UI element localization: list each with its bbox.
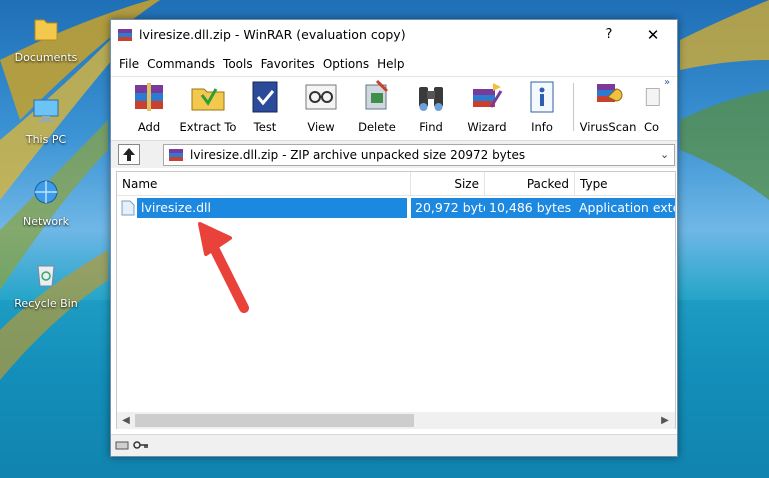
- zip-archive-icon: [169, 149, 183, 161]
- delete-button[interactable]: Delete: [353, 79, 401, 135]
- desktop-icon-documents[interactable]: Documents: [8, 12, 84, 64]
- toolbar-label: Delete: [358, 120, 396, 134]
- scrollbar-thumb[interactable]: [135, 414, 414, 427]
- status-bar: [111, 434, 677, 456]
- toolbar-label: Test: [253, 120, 277, 134]
- column-type[interactable]: Type: [575, 172, 675, 196]
- info-icon: [530, 81, 554, 113]
- column-header: Name Size Packed Type: [117, 172, 675, 196]
- menu-commands[interactable]: Commands: [143, 54, 219, 74]
- menu-file[interactable]: File: [115, 54, 143, 74]
- column-size[interactable]: Size: [411, 172, 485, 196]
- column-name[interactable]: Name: [117, 172, 411, 196]
- dll-file-icon: [121, 200, 135, 216]
- help-button[interactable]: ?: [589, 23, 629, 47]
- title-bar[interactable]: lviresize.dll.zip - WinRAR (evaluation c…: [111, 20, 677, 50]
- wizard-icon: [473, 83, 503, 108]
- file-name: lviresize.dll: [137, 198, 407, 218]
- desktop-icon-label: Recycle Bin: [14, 297, 78, 310]
- desktop-icon-network[interactable]: Network: [8, 176, 84, 228]
- menu-options[interactable]: Options: [319, 54, 373, 74]
- toolbar-label: Extract To: [179, 120, 237, 134]
- chevron-down-icon[interactable]: ⌄: [660, 148, 669, 161]
- toolbar-label: Wizard: [467, 120, 507, 134]
- table-row[interactable]: lviresize.dll 20,972 byte 10,486 bytes A…: [117, 198, 675, 218]
- address-text: lviresize.dll.zip - ZIP archive unpacked…: [190, 148, 526, 162]
- folder-icon: [34, 19, 58, 41]
- desktop-icon-label: This PC: [25, 133, 67, 146]
- menu-help[interactable]: Help: [373, 54, 408, 74]
- network-icon: [34, 180, 58, 204]
- delete-icon: [365, 79, 389, 110]
- test-icon: [252, 81, 278, 113]
- toolbar-label: Add: [137, 120, 161, 134]
- horizontal-scrollbar[interactable]: ◀ ▶: [117, 412, 675, 429]
- test-button[interactable]: Test: [241, 79, 289, 135]
- key-icon: [133, 441, 148, 449]
- up-arrow-icon: [123, 148, 135, 161]
- virusscan-button[interactable]: VirusScan: [579, 79, 637, 135]
- extract-to-button[interactable]: Extract To: [177, 79, 239, 135]
- desktop-icon-label: Documents: [14, 51, 78, 64]
- wizard-button[interactable]: Wizard: [461, 79, 513, 135]
- column-packed[interactable]: Packed: [485, 172, 575, 196]
- desktop-icon-label: Network: [23, 215, 69, 228]
- toolbar-more-chevron[interactable]: »: [664, 77, 670, 88]
- up-folder-button[interactable]: [118, 144, 140, 165]
- winrar-app-icon: [118, 29, 132, 41]
- toolbar-label: Find: [419, 120, 443, 134]
- desktop-icon-this-pc[interactable]: This PC: [8, 94, 84, 146]
- info-button[interactable]: Info: [519, 79, 565, 135]
- extract-folder-icon: [191, 88, 225, 111]
- address-dropdown[interactable]: lviresize.dll.zip - ZIP archive unpacked…: [163, 144, 675, 166]
- toolbar: Add Extract To Test View Delete Find Wiz…: [111, 76, 677, 136]
- file-size: 20,972 byte: [411, 198, 485, 218]
- view-button[interactable]: View: [297, 79, 345, 135]
- find-button[interactable]: Find: [407, 79, 455, 135]
- virus-scan-icon: [597, 84, 623, 102]
- menu-tools[interactable]: Tools: [219, 54, 257, 74]
- menu-favorites[interactable]: Favorites: [257, 54, 319, 74]
- toolbar-label: Co: [644, 120, 660, 134]
- file-packed: 10,486 bytes: [485, 198, 575, 218]
- scroll-right-icon[interactable]: ▶: [658, 412, 672, 429]
- add-button[interactable]: Add: [121, 79, 177, 135]
- scroll-left-icon[interactable]: ◀: [119, 412, 133, 429]
- toolbar-label: Info: [531, 120, 553, 134]
- red-arrow-annotation: [198, 222, 249, 313]
- menu-bar: File Commands Tools Favorites Options Help: [111, 54, 677, 74]
- recycle-bin-icon: [37, 265, 55, 287]
- drive-icon: [115, 441, 129, 450]
- computer-icon: [33, 99, 59, 122]
- view-glasses-icon: [305, 84, 337, 110]
- toolbar-label: VirusScan: [579, 120, 637, 134]
- file-type: Application exten: [575, 198, 675, 218]
- binoculars-icon: [419, 87, 443, 111]
- window-title: lviresize.dll.zip - WinRAR (evaluation c…: [139, 27, 406, 42]
- desktop-icon-recycle-bin[interactable]: Recycle Bin: [8, 258, 84, 310]
- toolbar-separator: [573, 83, 574, 131]
- toolbar-label: View: [307, 120, 335, 134]
- add-archive-icon: [135, 83, 163, 111]
- close-button[interactable]: ✕: [633, 23, 673, 47]
- address-bar: lviresize.dll.zip - ZIP archive unpacked…: [111, 140, 677, 168]
